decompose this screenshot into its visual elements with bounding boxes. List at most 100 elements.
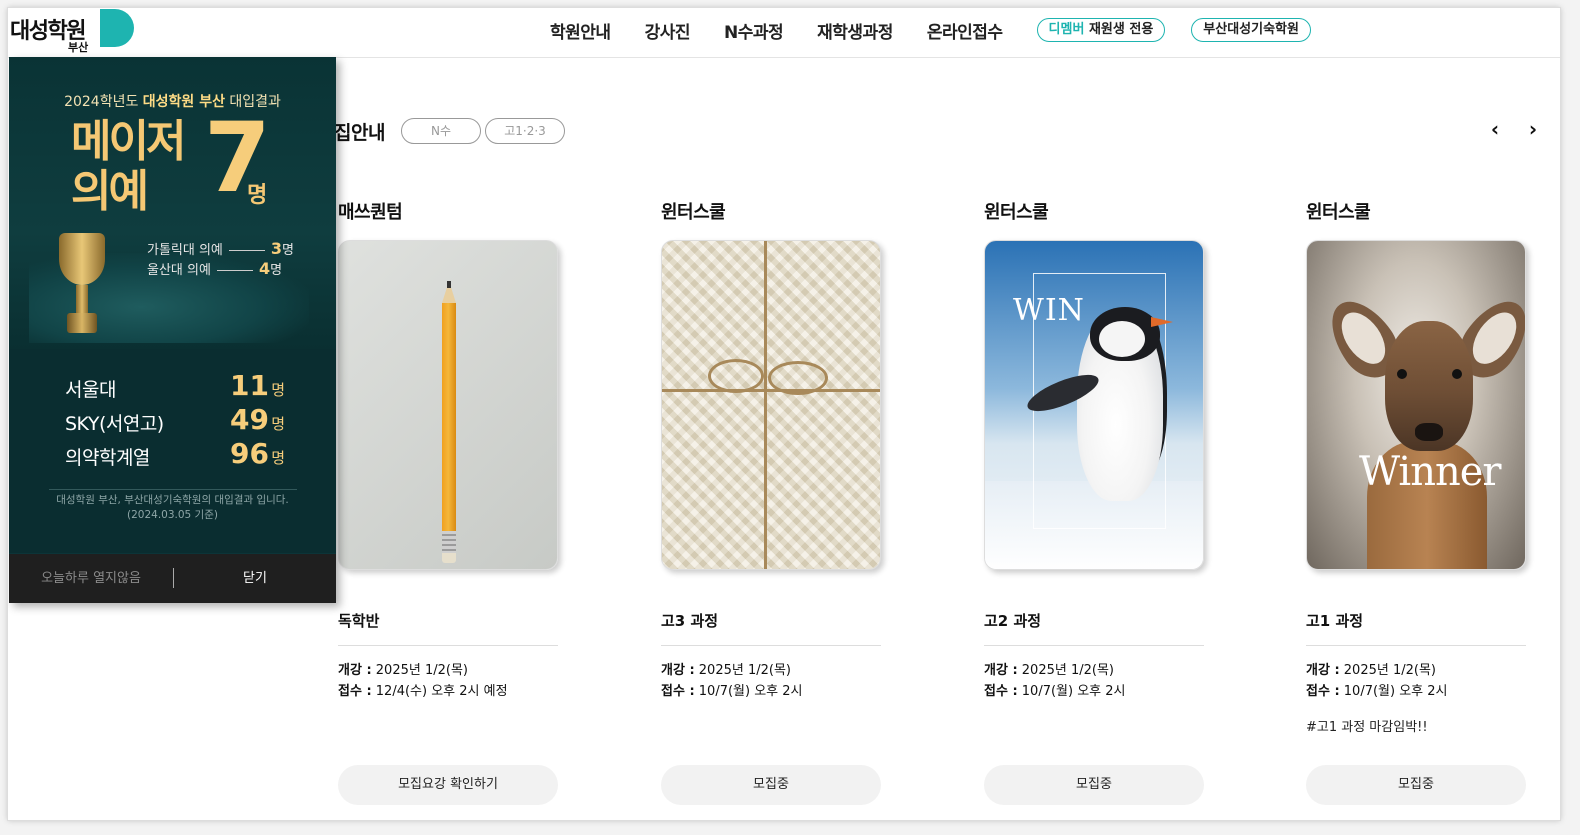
card-title: 독학반 — [338, 610, 558, 646]
note-line2: (2024.03.05 기준) — [127, 509, 218, 521]
tab-n-su[interactable]: N수 — [401, 118, 481, 144]
stat-unit: 명 — [271, 449, 285, 467]
course-card[interactable]: 윈터스쿨 WIN 고2 과정 개강 : 2025년 1/2(목) 접수 : 10… — [984, 198, 1206, 805]
stat-row: SKY(서연고) 49 명 — [65, 403, 285, 436]
recruiting-button[interactable]: 모집중 — [1306, 765, 1526, 805]
tab-high-school[interactable]: 고1·2·3 — [485, 118, 565, 144]
major-unit: 명 — [247, 183, 268, 208]
sub-result-label: 울산대 의예 — [147, 263, 211, 278]
card-title: 고2 과정 — [984, 610, 1204, 646]
stat-label: SKY(서연고) — [65, 413, 164, 435]
course-card[interactable]: 윈터스쿨 Winner 고1 과정 개강 : 2025년 1/2(목) 접수 :… — [1306, 198, 1528, 805]
main-nav: 학원안내 강사진 N수과정 재학생과정 온라인접수 디멤버 재원생 전용 부산대… — [550, 8, 1337, 52]
stat-value: 49 — [230, 403, 269, 436]
sub-result-count: 4 — [258, 259, 271, 278]
popup-banner: 2024학년도 대성학원 부산 대입결과 메이저 의예 7 명 가톨릭대 의예 3명… — [9, 57, 336, 349]
apply-date: 10/7(월) 오후 2시 — [1339, 684, 1448, 699]
nav-item-instructors[interactable]: 강사진 — [645, 18, 691, 43]
image-caption: Winner — [1359, 449, 1502, 495]
card-info: 개강 : 2025년 1/2(목) 접수 : 12/4(수) 오후 2시 예정 — [338, 660, 560, 702]
chevron-right-icon[interactable]: › — [1522, 118, 1544, 140]
stat-label: 서울대 — [65, 379, 116, 401]
stat-unit: 명 — [271, 381, 285, 399]
image-caption: WIN — [1013, 293, 1085, 328]
penguin-image: WIN — [984, 240, 1204, 570]
pencil-icon — [442, 281, 456, 563]
sweater-image — [661, 240, 881, 570]
card-info: 개강 : 2025년 1/2(목) 접수 : 10/7(월) 오후 2시 — [1306, 660, 1528, 702]
close-button[interactable]: 닫기 — [174, 554, 336, 603]
nav-item-student-course[interactable]: 재학생과정 — [817, 18, 893, 43]
card-brand: 윈터스쿨 — [661, 202, 726, 223]
trophy-icon — [59, 233, 105, 285]
course-card[interactable]: 매쓰퀀텀 독학반 개강 : 2025년 1/2(목) 접수 : 12/4(수) … — [338, 198, 560, 805]
dmember-label: 디멤버 — [1048, 22, 1085, 37]
page-frame: 대성학원 부산 학원안내 강사진 N수과정 재학생과정 온라인접수 디멤버 재원… — [8, 8, 1560, 820]
open-date: 2025년 1/2(목) — [694, 663, 791, 678]
card-note: #고1 과정 마감임박!! — [1306, 720, 1428, 735]
recruiting-button[interactable]: 모집중 — [661, 765, 881, 805]
recruit-guide-button[interactable]: 모집요강 확인하기 — [338, 765, 558, 805]
open-label: 개강 : — [984, 663, 1018, 678]
card-info: 개강 : 2025년 1/2(목) 접수 : 10/7(월) 오후 2시 — [984, 660, 1206, 702]
card-title: 고3 과정 — [661, 610, 881, 646]
nav-item-online-apply[interactable]: 온라인접수 — [927, 18, 1003, 43]
apply-label: 접수 : — [338, 684, 372, 699]
major-line1: 메이저 — [71, 116, 186, 167]
site-header: 대성학원 부산 학원안내 강사진 N수과정 재학생과정 온라인접수 디멤버 재원… — [8, 8, 1560, 58]
card-brand: 윈터스쿨 — [1306, 202, 1371, 223]
sub-result-unit: 명 — [282, 243, 295, 258]
nav-item-n-su[interactable]: N수과정 — [724, 18, 784, 43]
deer-image: Winner — [1306, 240, 1526, 570]
stat-value: 11 — [230, 369, 269, 402]
pencil-image — [338, 240, 558, 570]
note-line1: 대성학원 부산, 부산대성기숙학원의 대입결과 입니다. — [56, 494, 289, 506]
stat-label: 의약학계열 — [65, 447, 150, 469]
divider — [49, 489, 297, 490]
open-date: 2025년 1/2(목) — [1339, 663, 1436, 678]
popup-headline: 2024학년도 대성학원 부산 대입결과 — [9, 91, 336, 111]
popup-footer: 오늘하루 열지않음 닫기 — [9, 554, 336, 603]
open-date: 2025년 1/2(목) — [1017, 663, 1114, 678]
open-label: 개강 : — [338, 663, 372, 678]
course-card[interactable]: 윈터스쿨 고3 과정 개강 : 2025년 1/2(목) 접수 : 10/7(월… — [661, 198, 883, 805]
stat-row: 의약학계열 96 명 — [65, 437, 285, 470]
card-info: 개강 : 2025년 1/2(목) 접수 : 10/7(월) 오후 2시 — [661, 660, 883, 702]
major-line2: 의예 — [71, 166, 149, 217]
nav-pill-dmember[interactable]: 디멤버 재원생 전용 — [1036, 18, 1166, 42]
major-label: 메이저 의예 — [71, 116, 186, 217]
sub-result-label: 가톨릭대 의예 — [147, 243, 223, 258]
sub-result-row: 가톨릭대 의예 3명 — [147, 239, 297, 258]
card-title: 고1 과정 — [1306, 610, 1526, 646]
popup-note: 대성학원 부산, 부산대성기숙학원의 대입결과 입니다. (2024.03.05… — [9, 493, 336, 523]
stat-unit: 명 — [271, 415, 285, 433]
open-label: 개강 : — [1306, 663, 1340, 678]
sub-result-row: 울산대 의예 4명 — [147, 259, 297, 278]
dmember-sublabel: 재원생 전용 — [1084, 22, 1154, 37]
card-brand: 윈터스쿨 — [984, 202, 1049, 223]
card-brand: 매쓰퀀텀 — [338, 202, 403, 223]
apply-label: 접수 : — [1306, 684, 1340, 699]
open-date: 2025년 1/2(목) — [371, 663, 468, 678]
nav-item-about[interactable]: 학원안내 — [550, 18, 611, 43]
apply-date: 10/7(월) 오후 2시 — [1017, 684, 1126, 699]
apply-date: 10/7(월) 오후 2시 — [694, 684, 803, 699]
apply-date: 12/4(수) 오후 2시 예정 — [371, 684, 508, 699]
sub-result-unit: 명 — [270, 263, 283, 278]
logo-subtext: 부산 — [68, 41, 89, 54]
section-title: 집안내 — [334, 122, 385, 144]
site-logo[interactable]: 대성학원 부산 — [10, 8, 140, 58]
results-popup: 2024학년도 대성학원 부산 대입결과 메이저 의예 7 명 가톨릭대 의예 3명… — [9, 57, 336, 603]
stat-value: 96 — [230, 437, 269, 470]
chevron-left-icon[interactable]: ‹ — [1484, 118, 1506, 140]
dismiss-today-button[interactable]: 오늘하루 열지않음 — [9, 554, 173, 603]
recruiting-button[interactable]: 모집중 — [984, 765, 1204, 805]
headline-year: 2024학년도 — [64, 94, 143, 110]
open-label: 개강 : — [661, 663, 695, 678]
logo-mark-icon — [100, 9, 134, 47]
apply-label: 접수 : — [984, 684, 1018, 699]
stat-row: 서울대 11 명 — [65, 369, 285, 402]
sub-result-count: 3 — [270, 239, 283, 258]
nav-pill-boarding[interactable]: 부산대성기숙학원 — [1191, 18, 1311, 42]
apply-label: 접수 : — [661, 684, 695, 699]
